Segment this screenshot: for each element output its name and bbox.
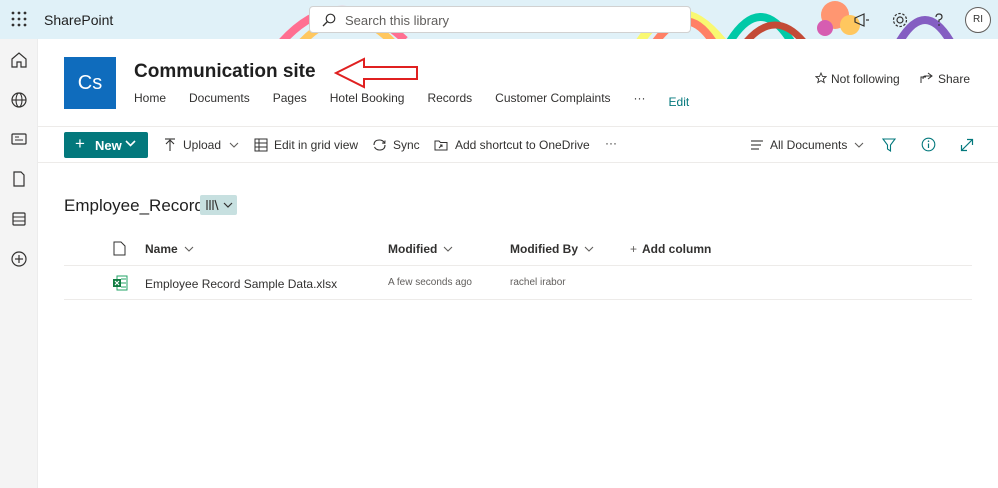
nav-pages[interactable]: Pages <box>273 91 307 109</box>
star-icon <box>814 71 828 84</box>
lists-icon[interactable] <box>9 209 29 229</box>
user-avatar[interactable]: RI <box>965 7 991 33</box>
command-bar: + New Upload Edit in grid view Sync Add … <box>38 127 998 163</box>
file-name-link[interactable]: Employee Record Sample Data.xlsx <box>145 277 337 291</box>
plus-icon: + <box>630 242 638 256</box>
column-header-modified[interactable]: Modified <box>388 242 453 256</box>
share-button[interactable]: Share <box>920 72 970 86</box>
follow-button[interactable]: Not following <box>814 71 900 86</box>
chevron-down-icon <box>229 142 239 148</box>
modified-by-value[interactable]: rachel irabor <box>510 277 566 288</box>
row-divider <box>64 299 972 300</box>
sync-button[interactable]: Sync <box>372 138 420 152</box>
app-launcher-icon[interactable] <box>11 11 27 27</box>
nav-records[interactable]: Records <box>427 91 472 109</box>
expand-icon[interactable] <box>960 138 974 152</box>
more-commands-button[interactable]: ··· <box>605 136 617 150</box>
nav-customer-complaints[interactable]: Customer Complaints <box>495 91 610 109</box>
suite-header: SharePoint Search this library RI <box>0 0 998 39</box>
header-row-divider <box>64 265 972 266</box>
home-icon[interactable] <box>9 50 29 70</box>
upload-label: Upload <box>183 138 222 152</box>
shortcut-icon <box>434 140 448 150</box>
nav-hotel-booking[interactable]: Hotel Booking <box>330 91 405 109</box>
search-icon <box>322 13 336 27</box>
chevron-down-icon <box>584 246 594 252</box>
chevron-down-icon <box>443 246 453 252</box>
modified-value: A few seconds ago <box>388 277 472 288</box>
sync-icon <box>373 139 386 151</box>
view-selector-label: All Documents <box>770 138 848 152</box>
follow-label: Not following <box>831 72 900 86</box>
search-input[interactable]: Search this library <box>345 13 449 28</box>
add-column-button[interactable]: + Add column <box>630 242 711 256</box>
new-button[interactable]: + New <box>64 132 148 158</box>
grid-icon <box>254 138 268 152</box>
news-icon[interactable] <box>9 129 29 149</box>
site-logo[interactable]: Cs <box>64 57 116 109</box>
edit-grid-view-label: Edit in grid view <box>274 138 359 152</box>
edit-grid-view-button[interactable]: Edit in grid view <box>254 138 358 152</box>
column-modified-by-label: Modified By <box>510 242 578 256</box>
view-selector[interactable]: All Documents <box>750 138 864 152</box>
upload-icon <box>165 138 175 151</box>
create-plus-icon[interactable] <box>9 249 29 269</box>
file-type-column-icon[interactable] <box>113 241 126 256</box>
help-icon[interactable] <box>929 10 949 30</box>
filter-icon[interactable] <box>882 138 896 152</box>
search-box[interactable]: Search this library <box>309 6 691 33</box>
megaphone-icon[interactable] <box>852 10 872 30</box>
upload-button[interactable]: Upload <box>163 138 239 152</box>
add-column-label: Add column <box>642 242 712 256</box>
sync-label: Sync <box>393 138 420 152</box>
share-label: Share <box>938 72 971 86</box>
plus-icon: + <box>75 134 85 153</box>
column-header-name[interactable]: Name <box>145 242 194 256</box>
share-icon <box>920 72 933 83</box>
column-name-label: Name <box>145 242 178 256</box>
add-shortcut-label: Add shortcut to OneDrive <box>455 138 590 152</box>
files-icon[interactable] <box>9 169 29 189</box>
excel-file-icon <box>113 275 128 291</box>
view-lines-icon <box>751 140 763 150</box>
chevron-down-icon <box>854 142 864 148</box>
settings-gear-icon[interactable] <box>890 10 910 30</box>
annotation-arrow-icon <box>334 57 418 89</box>
app-name[interactable]: SharePoint <box>44 12 113 28</box>
add-shortcut-button[interactable]: Add shortcut to OneDrive <box>434 138 590 152</box>
nav-edit-link[interactable]: Edit <box>669 95 690 109</box>
library-title: Employee_Record <box>64 196 204 215</box>
chevron-down-icon <box>223 202 233 208</box>
nav-home[interactable]: Home <box>134 91 166 109</box>
nav-more-button[interactable]: ··· <box>634 91 646 109</box>
column-header-modified-by[interactable]: Modified By <box>510 242 594 256</box>
chevron-down-icon <box>125 140 136 147</box>
new-label: New <box>95 138 122 153</box>
site-navigation: Home Documents Pages Hotel Booking Recor… <box>134 91 712 109</box>
nav-documents[interactable]: Documents <box>189 91 250 109</box>
info-icon[interactable] <box>921 137 936 152</box>
chevron-down-icon <box>184 246 194 252</box>
library-view-switcher[interactable] <box>200 195 237 215</box>
library-icon <box>206 199 219 211</box>
globe-icon[interactable] <box>9 90 29 110</box>
column-modified-label: Modified <box>388 242 438 256</box>
left-app-bar <box>0 39 38 488</box>
site-title[interactable]: Communication site <box>134 61 316 83</box>
